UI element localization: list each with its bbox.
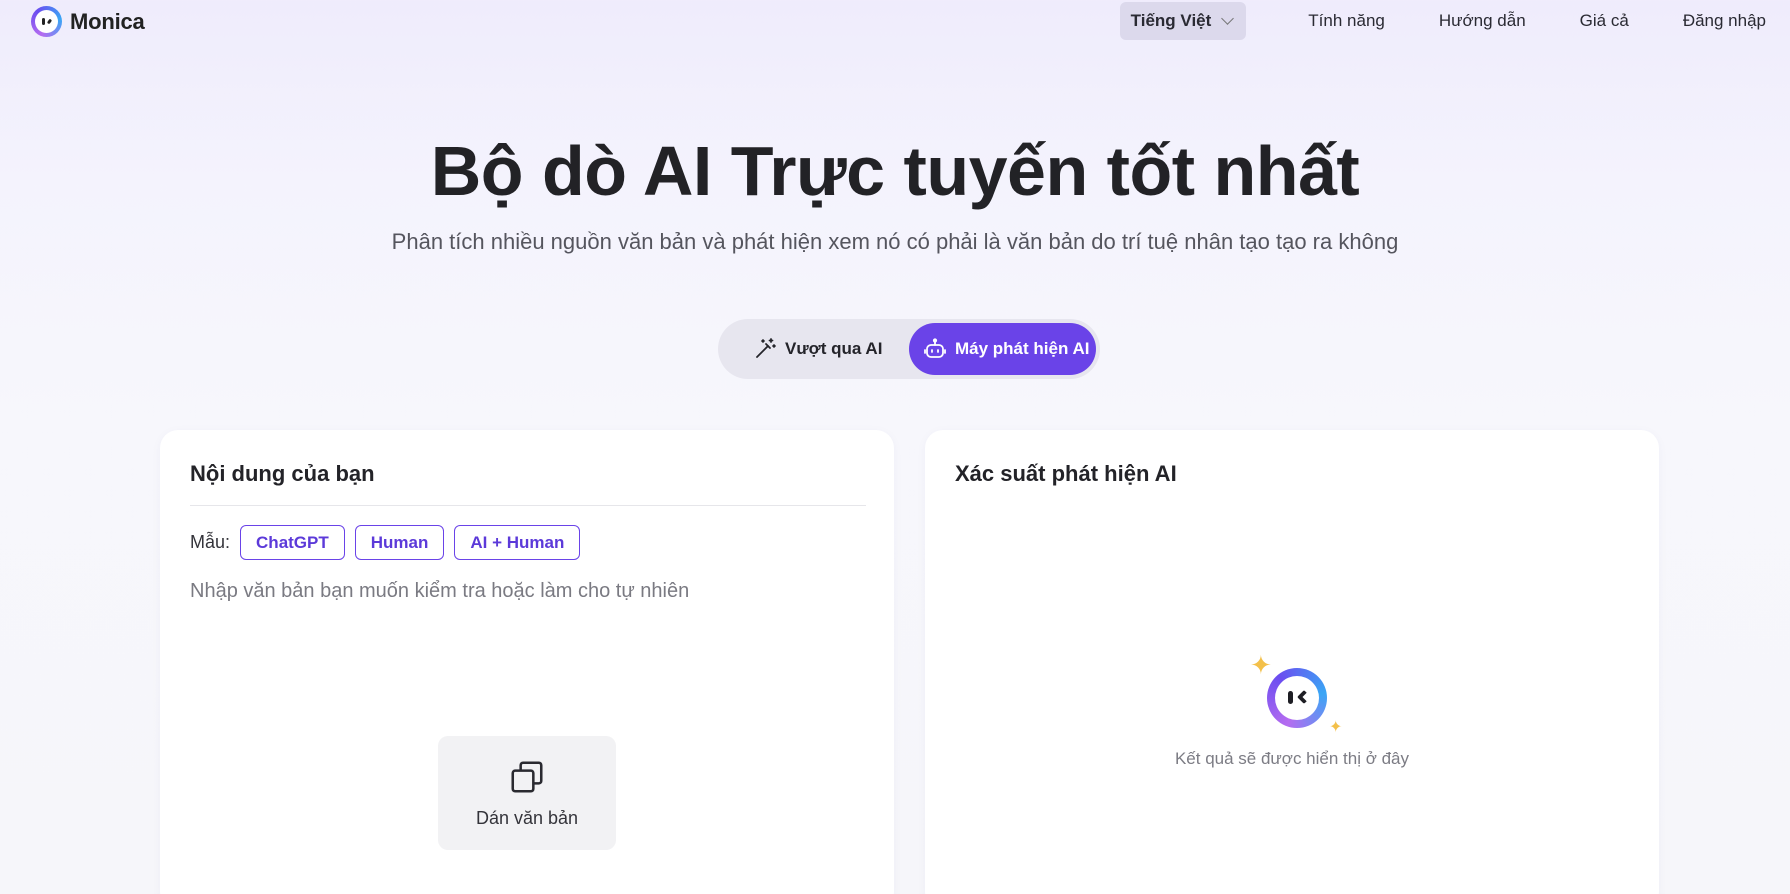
nav-links: Tiếng Việt Tính năng Hướng dẫn Giá cả Đă… <box>1119 2 1766 40</box>
monica-robot-icon: ✦ ✦ <box>1237 650 1347 745</box>
mode-toggle: Vượt qua AI Máy phát hiện AI <box>718 319 1100 379</box>
page-title: Bộ dò AI Trực tuyến tốt nhất <box>430 132 1360 210</box>
tab-ai-detector-label: Máy phát hiện AI <box>955 339 1090 358</box>
sparkle-small-icon: ✦ <box>1329 719 1343 736</box>
divider <box>190 505 866 506</box>
tab-ai-detector[interactable]: Máy phát hiện AI <box>909 323 1096 375</box>
result-placeholder-text: Kết quả sẽ được hiển thị ở đây <box>1174 749 1410 768</box>
result-card: Xác suất phát hiện AI ✦ ✦ Kết quả sẽ đượ… <box>925 430 1659 894</box>
text-input[interactable] <box>190 580 866 710</box>
language-label: Tiếng Việt <box>1130 11 1212 30</box>
brand-name: Monica <box>70 8 145 34</box>
page-subtitle: Phân tích nhiều nguồn văn bản và phát hi… <box>391 229 1399 254</box>
sample-chatgpt-button[interactable]: ChatGPT <box>240 525 345 560</box>
samples-label: Mẫu: <box>190 532 231 552</box>
brand-logo[interactable]: Monica <box>31 6 145 37</box>
nav-link-features[interactable]: Tính năng <box>1308 11 1385 31</box>
input-card: Nội dung của bạn Mẫu: ChatGPT Human AI +… <box>160 430 894 894</box>
monica-logo-icon <box>31 6 62 37</box>
language-selector[interactable]: Tiếng Việt <box>1119 2 1247 40</box>
input-card-title: Nội dung của bạn <box>190 461 375 486</box>
paste-text-label: Dán văn bản <box>475 807 579 828</box>
tab-bypass-ai[interactable]: Vượt qua AI <box>753 323 882 375</box>
sample-ai-human-button[interactable]: AI + Human <box>454 525 581 560</box>
result-card-title: Xác suất phát hiện AI <box>955 461 1177 486</box>
top-nav: Monica Tiếng Việt Tính năng Hướng dẫn Gi… <box>0 0 1790 44</box>
sample-human-button[interactable]: Human <box>354 525 445 560</box>
sample-chips: Mẫu: ChatGPT Human AI + Human <box>190 525 581 560</box>
nav-link-guide[interactable]: Hướng dẫn <box>1439 11 1526 31</box>
chevron-down-icon <box>1221 12 1235 25</box>
result-empty-state: ✦ ✦ Kết quả sẽ được hiển thị ở đây <box>925 650 1659 769</box>
nav-link-pricing[interactable]: Giá cả <box>1580 11 1629 31</box>
copy-icon <box>511 760 543 793</box>
robot-icon <box>924 338 946 358</box>
tab-bypass-ai-label: Vượt qua AI <box>785 339 883 358</box>
sparkle-icon: ✦ <box>1250 650 1272 680</box>
magic-wand-icon <box>756 338 776 358</box>
nav-link-login[interactable]: Đăng nhập <box>1683 11 1766 31</box>
paste-text-button[interactable]: Dán văn bản <box>438 736 616 850</box>
